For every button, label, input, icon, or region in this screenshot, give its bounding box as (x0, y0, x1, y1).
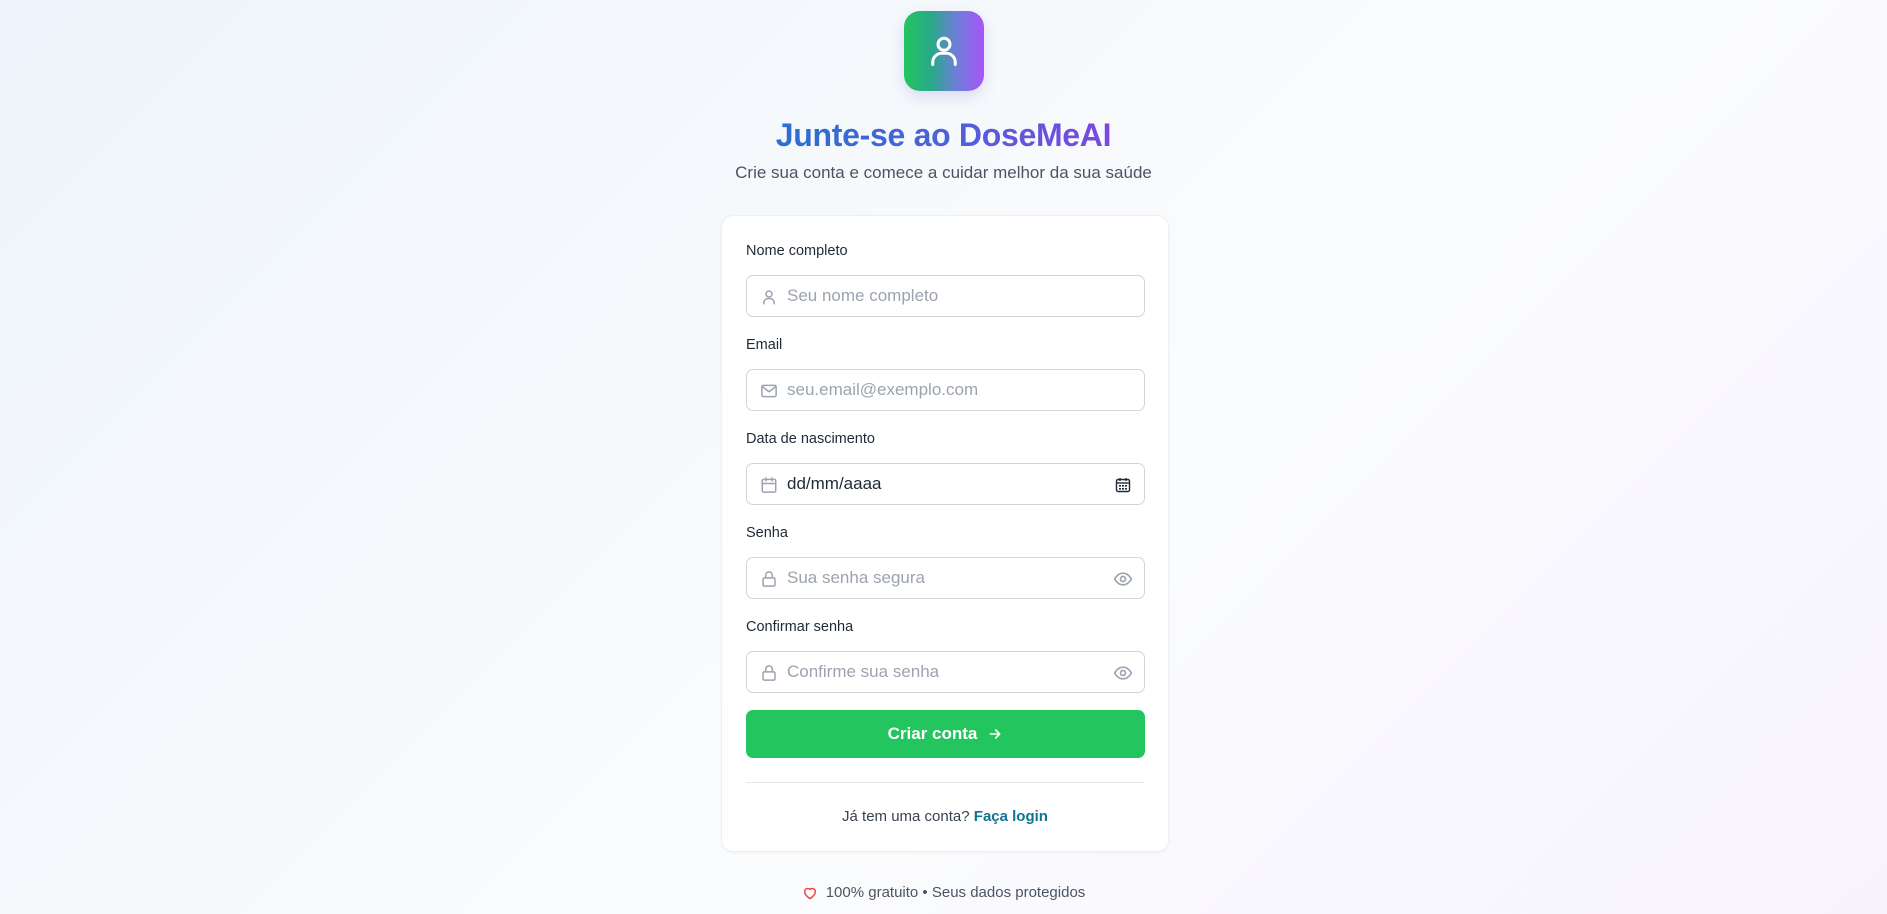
field-confirm-password: Confirmar senha (746, 617, 1145, 693)
signup-card: Nome completo Email Data de na (721, 215, 1169, 852)
arrow-right-icon (989, 729, 1001, 739)
page-title: Junte-se ao DoseMeAI (775, 117, 1112, 153)
lock-icon (759, 569, 779, 589)
login-link[interactable]: Faça login (974, 808, 1048, 825)
password-input-wrapper[interactable] (746, 557, 1145, 599)
page-subtitle: Crie sua conta e comece a cuidar melhor … (735, 163, 1152, 182)
footer-text: 100% gratuito • Seus dados protegidos (825, 884, 1086, 901)
create-account-label: Criar conta (887, 724, 978, 743)
full-name-input-wrapper[interactable] (746, 275, 1145, 317)
divider (746, 782, 1145, 783)
field-password: Senha (746, 523, 1145, 599)
email-label: Email (746, 337, 783, 353)
field-full-name: Nome completo (746, 241, 1145, 317)
eye-icon[interactable] (1112, 662, 1134, 684)
email-input[interactable] (787, 370, 1107, 410)
confirm-password-input-wrapper[interactable] (746, 651, 1145, 693)
confirm-password-input[interactable] (787, 652, 1107, 692)
user-icon (759, 287, 779, 307)
password-label: Senha (746, 525, 788, 541)
confirm-password-label: Confirmar senha (746, 619, 854, 635)
password-input[interactable] (787, 558, 1107, 598)
header: Junte-se ao DoseMeAI Crie sua conta e co… (0, 0, 1887, 185)
login-prompt-line: Já tem uma conta? Faça login (722, 807, 1168, 827)
mail-icon (759, 381, 779, 401)
full-name-input[interactable] (787, 276, 1107, 316)
footer: 100% gratuito • Seus dados protegidos (0, 883, 1887, 903)
user-icon (930, 36, 957, 66)
birth-date-value: dd/mm/aaaa (787, 474, 882, 493)
birth-date-label: Data de nascimento (746, 431, 875, 447)
calendar-picker-icon[interactable] (1112, 474, 1134, 496)
heart-icon (803, 887, 816, 900)
lock-icon (759, 663, 779, 683)
create-account-button[interactable]: Criar conta (746, 710, 1145, 758)
birth-date-input[interactable]: dd/mm/aaaa (746, 463, 1145, 505)
email-input-wrapper[interactable] (746, 369, 1145, 411)
full-name-label: Nome completo (746, 243, 848, 259)
field-birth-date: Data de nascimento dd/mm/aaaa (746, 429, 1145, 505)
app-logo (903, 11, 984, 91)
eye-icon[interactable] (1112, 568, 1134, 590)
field-email: Email (746, 335, 1145, 411)
login-prompt: Já tem uma conta? (842, 808, 970, 825)
calendar-icon (759, 475, 779, 495)
